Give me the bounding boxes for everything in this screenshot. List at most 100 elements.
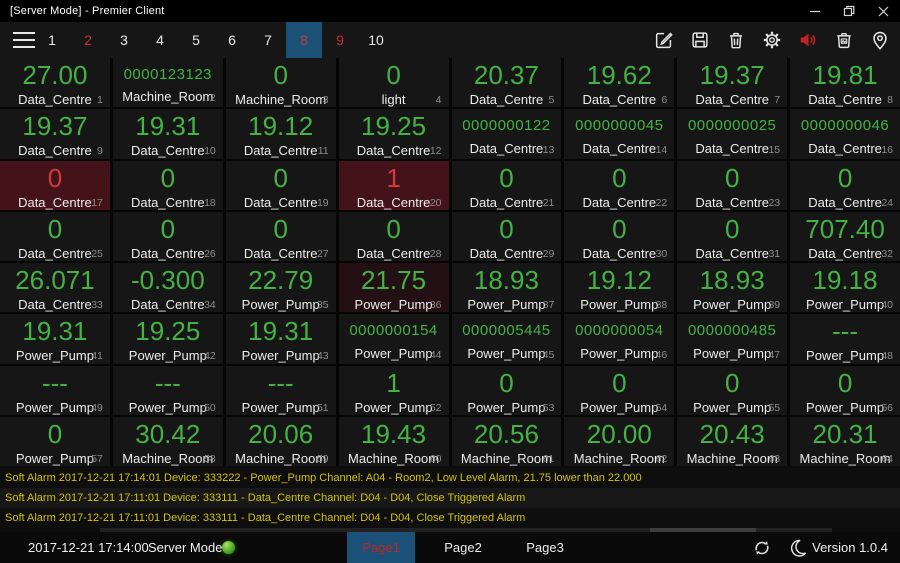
page-tab-page3[interactable]: Page3 — [511, 532, 579, 563]
screen-tab-7[interactable]: 7 — [250, 22, 286, 58]
channel-cell-38[interactable]: 19.12 Power_Pump 38 — [564, 263, 675, 313]
alarm-row[interactable]: Soft Alarm 2017-12-21 17:11:01 Device: 3… — [0, 488, 900, 508]
channel-cell-55[interactable]: 0 Power_Pump 55 — [677, 365, 788, 415]
alarm-row[interactable]: Soft Alarm 2017-12-21 17:14:01 Device: 3… — [0, 468, 900, 488]
screen-tab-10[interactable]: 10 — [358, 22, 394, 58]
channel-cell-22[interactable]: 0 Data_Centre 22 — [564, 160, 675, 210]
screen-tab-8[interactable]: 8 — [286, 22, 322, 58]
channel-cell-36[interactable]: 21.75 Power_Pump 36 — [338, 263, 449, 313]
channel-cell-6[interactable]: 19.62 Data_Centre 6 — [564, 58, 675, 108]
channel-cell-9[interactable]: 19.37 Data_Centre 9 — [0, 109, 110, 159]
channel-cell-18[interactable]: 0 Data_Centre 18 — [112, 160, 223, 210]
sound-button[interactable] — [790, 22, 826, 58]
screen-tab-4[interactable]: 4 — [142, 22, 178, 58]
channel-cell-40[interactable]: 19.18 Power_Pump 40 — [790, 263, 900, 313]
channel-cell-23[interactable]: 0 Data_Centre 23 — [677, 160, 788, 210]
channel-cell-2[interactable]: 0000123123 Machine_Room 2 — [112, 58, 223, 108]
channel-label-row: Machine_Room 58 — [113, 450, 223, 466]
channel-cell-12[interactable]: 19.25 Data_Centre 12 — [338, 109, 449, 159]
night-mode-button[interactable] — [782, 532, 814, 563]
minimize-button[interactable] — [798, 0, 832, 22]
channel-cell-47[interactable]: 0000000485 Power_Pump 47 — [677, 314, 788, 364]
channel-cell-14[interactable]: 0000000045 Data_Centre 14 — [564, 109, 675, 159]
channel-cell-64[interactable]: 20.31 Machine_Room 64 — [790, 416, 900, 466]
channel-label: Machine_Room — [573, 450, 665, 466]
screen-tab-6[interactable]: 6 — [214, 22, 250, 58]
channel-cell-30[interactable]: 0 Data_Centre 30 — [564, 211, 675, 261]
channel-cell-31[interactable]: 0 Data_Centre 31 — [677, 211, 788, 261]
channel-cell-61[interactable]: 20.56 Machine_Room 61 — [451, 416, 562, 466]
channel-cell-45[interactable]: 0000005445 Power_Pump 45 — [451, 314, 562, 364]
settings-button[interactable] — [754, 22, 790, 58]
sync-button[interactable] — [746, 532, 778, 563]
channel-cell-17[interactable]: 0 Data_Centre 17 — [0, 160, 110, 210]
channel-cell-57[interactable]: 0 Power_Pump 57 — [0, 416, 110, 466]
screen-tab-9[interactable]: 9 — [322, 22, 358, 58]
channel-cell-27[interactable]: 0 Data_Centre 27 — [225, 211, 336, 261]
maximize-button[interactable] — [832, 0, 866, 22]
channel-cell-37[interactable]: 18.93 Power_Pump 37 — [451, 263, 562, 313]
channel-cell-35[interactable]: 22.79 Power_Pump 35 — [225, 263, 336, 313]
delete-button[interactable] — [718, 22, 754, 58]
channel-label: Data_Centre — [469, 245, 544, 261]
channel-cell-60[interactable]: 19.43 Machine_Room 60 — [338, 416, 449, 466]
trash-icon — [730, 32, 742, 49]
channel-cell-46[interactable]: 0000000054 Power_Pump 46 — [564, 314, 675, 364]
channel-cell-41[interactable]: 19.31 Power_Pump 41 — [0, 314, 110, 364]
channel-cell-8[interactable]: 19.81 Data_Centre 8 — [790, 58, 900, 108]
channel-cell-59[interactable]: 20.06 Machine_Room 59 — [225, 416, 336, 466]
channel-cell-26[interactable]: 0 Data_Centre 26 — [112, 211, 223, 261]
screen-tab-5[interactable]: 5 — [178, 22, 214, 58]
channel-cell-20[interactable]: 1 Data_Centre 20 — [338, 160, 449, 210]
channel-cell-10[interactable]: 19.31 Data_Centre 10 — [112, 109, 223, 159]
channel-cell-19[interactable]: 0 Data_Centre 19 — [225, 160, 336, 210]
channel-cell-13[interactable]: 0000000122 Data_Centre 13 — [451, 109, 562, 159]
channel-value: 0 — [273, 162, 288, 193]
channel-cell-29[interactable]: 0 Data_Centre 29 — [451, 211, 562, 261]
channel-cell-52[interactable]: 1 Power_Pump 52 — [338, 365, 449, 415]
alarm-row[interactable]: Soft Alarm 2017-12-21 17:11:01 Device: 3… — [0, 508, 900, 528]
channel-cell-21[interactable]: 0 Data_Centre 21 — [451, 160, 562, 210]
close-button[interactable] — [866, 0, 900, 22]
save-button[interactable] — [682, 22, 718, 58]
channel-cell-16[interactable]: 0000000046 Data_Centre 16 — [790, 109, 900, 159]
page-tab-page2[interactable]: Page2 — [429, 532, 497, 563]
edit-button[interactable] — [646, 22, 682, 58]
location-button[interactable] — [862, 22, 898, 58]
channel-cell-48[interactable]: --- Power_Pump 48 — [790, 314, 900, 364]
channel-cell-43[interactable]: 19.31 Power_Pump 43 — [225, 314, 336, 364]
channel-cell-53[interactable]: 0 Power_Pump 53 — [451, 365, 562, 415]
page-tab-page1[interactable]: Page1 — [347, 532, 415, 563]
channel-cell-7[interactable]: 19.37 Data_Centre 7 — [677, 58, 788, 108]
channel-cell-34[interactable]: -0.300 Data_Centre 34 — [112, 263, 223, 313]
channel-cell-49[interactable]: --- Power_Pump 49 — [0, 365, 110, 415]
channel-cell-58[interactable]: 30.42 Machine_Room 58 — [112, 416, 223, 466]
channel-cell-50[interactable]: --- Power_Pump 50 — [112, 365, 223, 415]
channel-cell-4[interactable]: 0 light 4 — [338, 58, 449, 108]
channel-cell-15[interactable]: 0000000025 Data_Centre 15 — [677, 109, 788, 159]
screen-tab-2[interactable]: 2 — [70, 22, 106, 58]
channel-cell-42[interactable]: 19.25 Power_Pump 42 — [112, 314, 223, 364]
channel-cell-3[interactable]: 0 Machine_Room 3 — [225, 58, 336, 108]
channel-cell-33[interactable]: 26.071 Data_Centre 33 — [0, 263, 110, 313]
channel-cell-11[interactable]: 19.12 Data_Centre 11 — [225, 109, 336, 159]
channel-cell-44[interactable]: 0000000154 Power_Pump 44 — [338, 314, 449, 364]
channel-cell-28[interactable]: 0 Data_Centre 28 — [338, 211, 449, 261]
channel-cell-63[interactable]: 20.43 Machine_Room 63 — [677, 416, 788, 466]
channel-index: 54 — [655, 401, 668, 414]
screen-tab-1[interactable]: 1 — [34, 22, 70, 58]
screen-tab-3[interactable]: 3 — [106, 22, 142, 58]
channel-cell-5[interactable]: 20.37 Data_Centre 5 — [451, 58, 562, 108]
channel-cell-25[interactable]: 0 Data_Centre 25 — [0, 211, 110, 261]
clear-records-button[interactable] — [826, 22, 862, 58]
channel-value: 0000000046 — [800, 116, 890, 134]
channel-cell-32[interactable]: 707.40 Data_Centre 32 — [790, 211, 900, 261]
channel-cell-51[interactable]: --- Power_Pump 51 — [225, 365, 336, 415]
channel-label: Power_Pump — [354, 297, 433, 312]
channel-cell-1[interactable]: 27.00 Data_Centre 1 — [0, 58, 110, 108]
channel-cell-39[interactable]: 18.93 Power_Pump 39 — [677, 263, 788, 313]
channel-cell-54[interactable]: 0 Power_Pump 54 — [564, 365, 675, 415]
channel-cell-56[interactable]: 0 Power_Pump 56 — [790, 365, 900, 415]
channel-cell-62[interactable]: 20.00 Machine_Room 62 — [564, 416, 675, 466]
channel-cell-24[interactable]: 0 Data_Centre 24 — [790, 160, 900, 210]
